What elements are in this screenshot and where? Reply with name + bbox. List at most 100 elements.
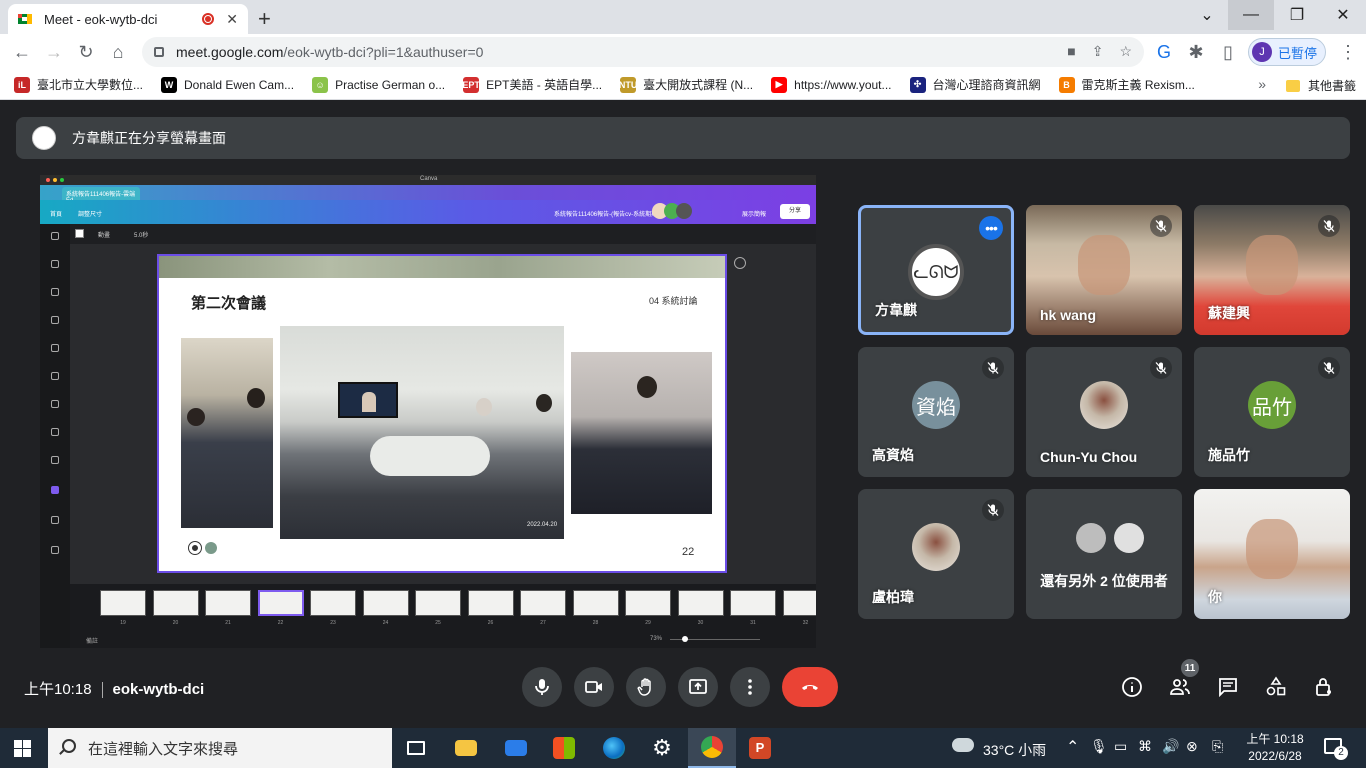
bookmark-item[interactable]: B 雷克斯主義 Rexism...: [1058, 76, 1195, 93]
raise-hand-button[interactable]: [626, 667, 666, 707]
extensions-puzzle-icon[interactable]: ✱: [1184, 40, 1208, 64]
tab-title: Meet - eok-wytb-dci: [44, 11, 158, 27]
photo-date: 2022.04.20: [527, 522, 558, 528]
search-placeholder: 在這裡輸入文字來搜尋: [88, 740, 239, 758]
microphone-button[interactable]: [522, 667, 562, 707]
bookmark-star-icon[interactable]: ☆: [1119, 43, 1132, 60]
bookmark-item[interactable]: W Donald Ewen Cam...: [161, 76, 295, 93]
bookmarks-overflow-icon[interactable]: »: [1258, 76, 1266, 92]
participant-tile[interactable]: 蘇建興: [1194, 205, 1350, 335]
camera-in-use-icon[interactable]: ■: [1067, 43, 1075, 60]
participant-tile[interactable]: 資焰 高資焰: [858, 347, 1014, 477]
participant-tile[interactable]: Chun-Yu Chou: [1026, 347, 1182, 477]
participant-tile[interactable]: 品竹 施品竹: [1194, 347, 1350, 477]
settings-gear-icon[interactable]: ⚙: [638, 728, 686, 768]
new-tab-button[interactable]: +: [258, 6, 271, 32]
other-bookmarks-folder[interactable]: 其他書籤: [1285, 77, 1356, 94]
presenter-avatar: [32, 126, 56, 150]
bookmark-item[interactable]: EPT EPT美語 - 英語自學...: [462, 76, 602, 93]
browser-tab-strip: Meet - eok-wytb-dci ✕ + ⌄ — ❐ ✕: [0, 0, 1366, 34]
canva-filmstrip: 19 20 21 22 23 24 25 26 27 28 29 30 31 32: [70, 584, 816, 632]
leave-call-button[interactable]: [782, 667, 838, 707]
participant-tile[interactable]: ᓚᘏᗢ ••• 方韋麒: [858, 205, 1014, 335]
more-dots-icon[interactable]: •••: [979, 216, 1003, 240]
mic-tray-icon[interactable]: 🎙: [1090, 738, 1108, 755]
bookmark-label: 臺北市立大學數位...: [37, 78, 144, 92]
more-options-button[interactable]: [730, 667, 770, 707]
camera-button[interactable]: [574, 667, 614, 707]
initials-avatar: 資焰: [912, 381, 960, 429]
home-icon[interactable]: ⌂: [106, 40, 130, 64]
bookmark-item[interactable]: NTU 臺大開放式課程 (N...: [619, 76, 754, 93]
weather-text[interactable]: 33°C 小雨: [983, 740, 1046, 760]
slide-thumbnail-number: 21: [225, 620, 231, 626]
host-controls-button[interactable]: [1312, 675, 1336, 699]
browser-menu-icon[interactable]: ⋮: [1336, 40, 1360, 64]
network-tray-icon[interactable]: ⌘: [1138, 738, 1152, 755]
bookmark-item[interactable]: iL 臺北市立大學數位...: [14, 76, 143, 93]
profile-avatar: J: [1252, 42, 1272, 62]
slide-thumbnail-number: 29: [645, 620, 651, 626]
present-screen-button[interactable]: [678, 667, 718, 707]
volume-tray-icon[interactable]: 🔊: [1162, 738, 1179, 755]
close-window-button[interactable]: ✕: [1320, 0, 1366, 30]
windows-start-icon[interactable]: [14, 740, 31, 757]
activities-button[interactable]: [1264, 675, 1288, 699]
microsoft-store-icon[interactable]: [540, 728, 588, 768]
battery-tray-icon[interactable]: ▭: [1114, 738, 1127, 755]
bookmark-item[interactable]: ✣ 台灣心理諮商資訊網: [909, 76, 1041, 93]
google-extension-icon[interactable]: G: [1152, 40, 1176, 64]
bookmark-label: 臺大開放式課程 (N...: [643, 78, 754, 92]
participant-name: 蘇建興: [1208, 305, 1250, 321]
file-explorer-icon[interactable]: [442, 728, 490, 768]
tab-search-button[interactable]: ⌄: [1184, 0, 1230, 30]
info-icon: [1122, 677, 1142, 697]
participant-face: [1246, 235, 1298, 295]
bookmark-label: Donald Ewen Cam...: [184, 77, 295, 92]
bookmark-item[interactable]: ☺ Practise German o...: [312, 76, 445, 93]
taskbar-search-box[interactable]: 在這裡輸入文字來搜尋: [48, 728, 392, 768]
address-bar[interactable]: meet.google.com/eok-wytb-dci?pli=1&authu…: [142, 37, 1144, 67]
slide-thumbnail-number: 31: [750, 620, 756, 626]
slide-thumbnail: [205, 590, 251, 616]
tab-close-icon[interactable]: ✕: [226, 11, 238, 28]
minimize-button[interactable]: —: [1228, 0, 1274, 30]
ime-tray-icon[interactable]: ⊗: [1186, 738, 1198, 755]
browser-toolbar: ← → ↻ ⌂ meet.google.com/eok-wytb-dci?pli…: [0, 34, 1366, 70]
task-view-icon[interactable]: [392, 728, 440, 768]
mic-off-icon: [1318, 357, 1340, 379]
restore-button[interactable]: ❐: [1274, 0, 1320, 30]
shared-screen[interactable]: Canva 系統報告111406報告-雲端Ed... 首頁 調整尺寸 系統報告1…: [40, 175, 816, 648]
participant-name: 施品竹: [1208, 447, 1250, 463]
chrome-browser-icon[interactable]: [688, 728, 736, 768]
canva-resize-menu: 調整尺寸: [78, 212, 103, 218]
slide-thumbnail-number: 25: [435, 620, 441, 626]
slide-thumbnail: [572, 590, 619, 616]
input-mode-icon[interactable]: ⎘: [1212, 738, 1223, 755]
canva-footer: 備註 73%: [70, 632, 816, 648]
canva-sidebar: [40, 224, 70, 648]
participant-tile[interactable]: 還有另外 2 位使用者: [1026, 489, 1182, 619]
powerpoint-icon[interactable]: P: [736, 728, 784, 768]
reload-icon[interactable]: ↻: [74, 40, 98, 64]
back-arrow-icon[interactable]: ←: [10, 40, 34, 64]
browser-tab-meet[interactable]: Meet - eok-wytb-dci ✕: [8, 4, 248, 34]
participant-tile[interactable]: hk wang: [1026, 205, 1182, 335]
taskbar-clock[interactable]: 上午 10:18 2022/6/28: [1242, 731, 1308, 765]
share-page-icon[interactable]: ⇪: [1092, 43, 1104, 60]
tray-overflow-icon[interactable]: ⌃: [1066, 737, 1079, 757]
participant-tile[interactable]: 你: [1194, 489, 1350, 619]
forward-arrow-icon[interactable]: →: [42, 40, 66, 64]
people-button[interactable]: [1168, 675, 1192, 699]
mail-icon[interactable]: [492, 728, 540, 768]
bookmark-label: https://www.yout...: [794, 77, 892, 92]
edge-browser-icon[interactable]: [590, 728, 638, 768]
meeting-details-button[interactable]: [1120, 675, 1144, 699]
canva-titlebar: Canva: [40, 175, 816, 185]
participant-tile[interactable]: 盧柏瑋: [858, 489, 1014, 619]
profile-chip[interactable]: J 已暫停: [1248, 38, 1326, 66]
canva-notes-label: 備註: [86, 639, 99, 645]
side-panel-icon[interactable]: ▯: [1216, 40, 1240, 64]
chat-button[interactable]: [1216, 675, 1240, 699]
bookmark-item[interactable]: ▶ https://www.yout...: [771, 76, 892, 93]
